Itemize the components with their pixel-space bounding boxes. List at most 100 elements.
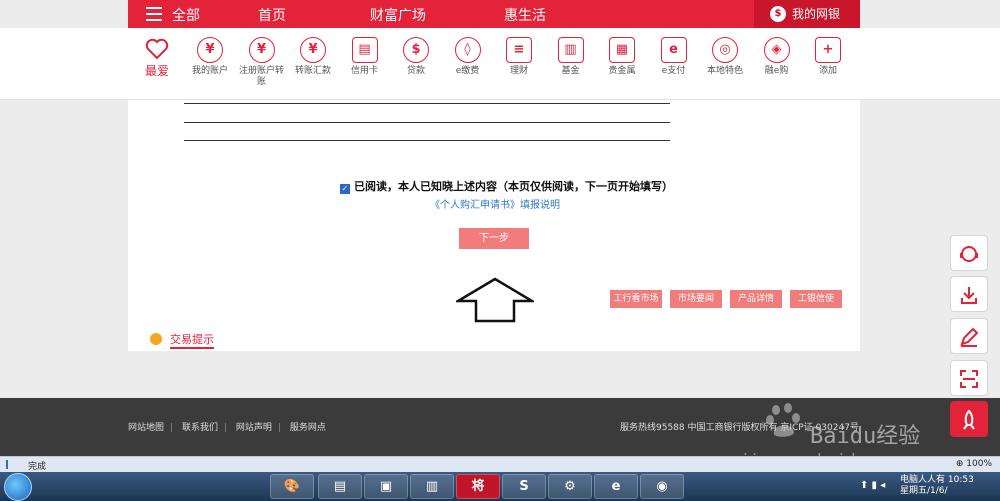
quick-link-product-details[interactable]: 产品详情	[730, 290, 782, 308]
yen-circle-icon: ¥	[197, 37, 223, 63]
service-label: 信用卡	[350, 66, 378, 76]
sogou-icon[interactable]: S	[502, 474, 546, 499]
agree-checkbox[interactable]: ✓	[340, 184, 350, 194]
footer-link-statement[interactable]: 网站声明	[236, 423, 272, 433]
next-step-button[interactable]: 下一步	[459, 228, 529, 249]
service-fund-chart[interactable]: ▥ 基金	[548, 37, 594, 77]
download-icon	[961, 287, 977, 304]
computer-icon[interactable]: ▣	[364, 474, 408, 499]
form-line	[184, 140, 670, 141]
loan-bag-icon: $	[403, 37, 429, 63]
scan-button[interactable]	[950, 360, 988, 396]
guide-link[interactable]: 《个人购汇申请书》填报说明	[430, 196, 560, 211]
edit-icon	[960, 327, 979, 347]
baidu-paw-logo-icon	[766, 403, 800, 437]
quick-link-icbc-messenger[interactable]: 工银信使	[790, 290, 842, 308]
add-icon: +	[815, 37, 841, 63]
service-water-drop[interactable]: ◊ e缴费	[445, 37, 491, 77]
service-label: e缴费	[455, 66, 480, 76]
money-bag-icon: $	[770, 6, 786, 22]
nav-home[interactable]: 首页	[258, 5, 286, 25]
zoom-value: 100%	[966, 459, 992, 469]
download-button[interactable]	[950, 276, 988, 312]
customer-service-button[interactable]	[950, 235, 988, 271]
my-bank-label: 我的网银	[792, 7, 841, 21]
clock[interactable]: 电脑人人有 10:53 星期五/1/6/	[900, 475, 974, 497]
main-content: ✓ 已阅读，本人已知晓上述内容（本页仅供阅读，下一页开始填写） 《个人购汇申请书》…	[128, 100, 860, 351]
system-tray-icons[interactable]: ⬆ ▮ ◂	[860, 480, 885, 491]
ie-icon[interactable]: e	[594, 474, 638, 499]
transfer-icon: ¥	[248, 37, 275, 63]
back-to-top-button[interactable]	[950, 401, 988, 437]
page-icon	[6, 460, 16, 469]
service-finance[interactable]: ≡ 理财	[496, 37, 542, 77]
service-loan-bag[interactable]: $ 贷款	[393, 37, 439, 77]
lightbulb-icon	[150, 333, 162, 345]
service-local-feature[interactable]: ◎ 本地特色	[702, 37, 748, 77]
service-yen-circle[interactable]: ¥ 我的账户	[187, 37, 233, 77]
files-icon[interactable]: ▥	[410, 474, 454, 499]
windows-taskbar: 🎨 ▤ ▣ ▥ 将 S ⚙ e ◉ ⬆ ▮ ◂ 电脑人人有 10:53 星期五/…	[0, 472, 1000, 501]
service-label: 转账汇款	[294, 66, 331, 76]
clock-line2: 星期五/1/6/	[900, 486, 948, 496]
service-shopping[interactable]: ◈ 融e购	[754, 37, 800, 77]
service-transfer[interactable]: ¥ 注册账户转账	[239, 37, 285, 88]
service-label: e支付	[661, 66, 686, 76]
chrome-icon[interactable]: ◉	[640, 474, 684, 499]
form-line	[184, 122, 670, 123]
customer-service-icon	[960, 246, 978, 262]
form-line	[184, 103, 670, 104]
status-text: 完成	[28, 462, 47, 472]
edit-button[interactable]	[950, 318, 988, 354]
shopping-icon: ◈	[763, 37, 790, 63]
service-epay[interactable]: e e支付	[651, 37, 697, 77]
nav-life[interactable]: 惠生活	[504, 5, 546, 25]
service-gold-bar[interactable]: ▦ 贵金属	[599, 37, 645, 77]
quick-link-market-news[interactable]: 市场要闻	[670, 290, 722, 308]
zoom-level[interactable]: ⊕ 100%	[956, 459, 992, 469]
folder-icon[interactable]: ▤	[318, 474, 362, 499]
start-button-icon[interactable]	[4, 473, 32, 501]
service-label: 添加	[818, 66, 837, 76]
watermark-logo: Baidu经验	[810, 424, 921, 449]
scan-icon	[960, 370, 978, 388]
trade-tips-label: 交易提示	[170, 333, 214, 349]
clock-line1: 电脑人人有 10:53	[900, 475, 974, 485]
footer-link-sitemap[interactable]: 网站地图	[128, 423, 164, 433]
nav-wealth-plaza[interactable]: 财富广场	[370, 5, 426, 25]
epay-icon: e	[660, 37, 687, 63]
service-credit-card[interactable]: ▤ 信用卡	[342, 37, 388, 77]
service-label: 融e购	[764, 66, 789, 76]
footer-links: 网站地图 | 联系我们 | 网站声明 | 服务网点	[128, 423, 326, 433]
service-label: 我的账户	[191, 66, 228, 76]
quick-link-market-view[interactable]: 工行看市场	[610, 290, 662, 308]
service-remit[interactable]: ¥ 转账汇款	[290, 37, 336, 77]
settings-icon[interactable]: ⚙	[548, 474, 592, 499]
service-label: 本地特色	[706, 66, 743, 76]
my-bank-button[interactable]: $ 我的网银	[754, 0, 860, 28]
paint-icon[interactable]: 🎨	[270, 474, 314, 499]
favorites-label: 最爱	[144, 64, 169, 78]
trade-tips[interactable]: 交易提示	[150, 331, 214, 349]
chess-icon[interactable]: 将	[456, 474, 500, 499]
nav-all[interactable]: 全部	[172, 5, 200, 25]
gold-bar-icon: ▦	[609, 37, 635, 63]
favorites-button[interactable]: 最爱	[142, 38, 172, 79]
agree-row[interactable]: ✓ 已阅读，本人已知晓上述内容（本页仅供阅读，下一页开始填写）	[340, 178, 673, 194]
rocket-icon	[963, 409, 975, 430]
footer-link-branches[interactable]: 服务网点	[290, 423, 326, 433]
fund-chart-icon: ▥	[557, 37, 584, 63]
service-label: 基金	[561, 66, 580, 76]
heart-icon	[145, 38, 169, 60]
service-add[interactable]: + 添加	[805, 37, 851, 77]
remit-icon: ¥	[300, 37, 326, 63]
service-label: 贷款	[406, 66, 425, 76]
hamburger-icon[interactable]	[146, 7, 162, 21]
service-label: 注册账户转账	[238, 66, 284, 87]
up-arrow-annotation-icon	[456, 277, 534, 323]
agree-text: 已阅读，本人已知晓上述内容（本页仅供阅读，下一页开始填写）	[354, 180, 673, 193]
browser-status-bar: 完成 ⊕ 100%	[0, 456, 1000, 472]
water-drop-icon: ◊	[454, 37, 481, 63]
footer-link-contact[interactable]: 联系我们	[182, 423, 218, 433]
top-nav: 全部 首页 财富广场 惠生活 $ 我的网银	[128, 0, 860, 28]
